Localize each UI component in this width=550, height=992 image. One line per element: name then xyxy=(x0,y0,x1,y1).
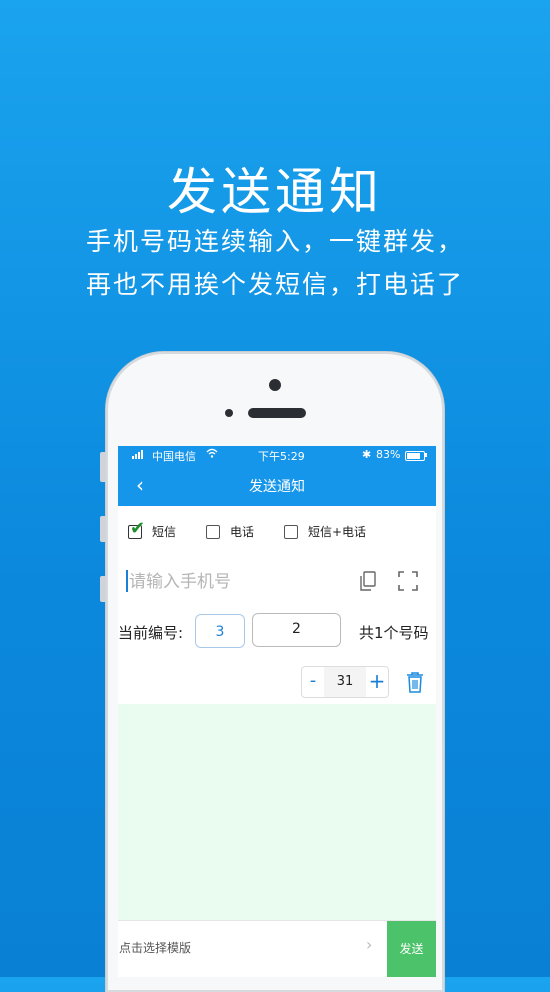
call-checkbox[interactable] xyxy=(206,524,220,539)
earpiece-speaker xyxy=(248,408,306,418)
hero-subtitle-line1: 手机号码连续输入，一键群发， xyxy=(85,227,464,256)
volume-down-button xyxy=(100,576,106,602)
sms-checkbox[interactable] xyxy=(128,518,145,539)
status-bar: 中国电信 下午5:29 ✱ 83% xyxy=(118,446,436,464)
option-sms-and-call-label: 短信+电话 xyxy=(308,525,367,539)
front-camera xyxy=(269,379,281,391)
nav-bar: ‹ 发送通知 xyxy=(118,464,436,506)
scan-icon[interactable] xyxy=(398,571,418,591)
stepper-plus-button[interactable]: + xyxy=(366,667,388,697)
hero-title: 发送通知 xyxy=(167,163,383,221)
carrier-label: 中国电信 xyxy=(152,450,196,463)
phone-number-input[interactable] xyxy=(127,568,351,596)
wifi-icon xyxy=(206,448,218,461)
send-mode-options: 短信 电话 短信+电话 xyxy=(118,506,436,559)
battery-percent: 83% xyxy=(376,448,401,461)
bluetooth-icon: ✱ xyxy=(362,448,372,461)
send-button[interactable]: 发送 xyxy=(387,921,436,977)
total-count: 共1个号码 xyxy=(359,624,429,642)
battery-icon xyxy=(405,451,425,461)
option-sms-label: 短信 xyxy=(152,525,177,539)
trash-icon[interactable] xyxy=(406,671,424,693)
option-sms[interactable]: 短信 xyxy=(128,518,177,540)
phone-input-row xyxy=(118,558,436,605)
mute-switch xyxy=(100,452,106,482)
proximity-sensor xyxy=(225,409,233,417)
battery-tip xyxy=(425,453,427,457)
quantity-stepper: - 31 + xyxy=(301,666,389,698)
stepper-value[interactable]: 31 xyxy=(324,667,366,697)
signal-icon xyxy=(132,449,143,459)
next-number-field[interactable]: 2 xyxy=(252,613,341,647)
stepper-row: - 31 + xyxy=(118,660,436,704)
option-call[interactable]: 电话 xyxy=(206,523,254,540)
stepper-minus-button[interactable]: - xyxy=(302,667,324,697)
option-call-label: 电话 xyxy=(230,525,255,539)
number-list-area xyxy=(118,704,436,920)
current-number-field[interactable]: 3 xyxy=(195,614,245,648)
volume-up-button xyxy=(100,516,106,542)
hero-subtitle-line2: 再也不用挨个发短信，打电话了 xyxy=(85,270,464,299)
bottom-bar: 点击选择模版 › 发送 xyxy=(118,920,436,977)
chevron-right-icon: › xyxy=(366,935,373,954)
sms-and-call-checkbox[interactable] xyxy=(284,524,298,539)
current-number-label: 当前编号: xyxy=(118,624,184,642)
paste-icon[interactable] xyxy=(360,571,376,591)
app-screen: 中国电信 下午5:29 ✱ 83% ‹ 发送通知 短信 电话 短信+电话 xyxy=(118,446,436,977)
numbering-row: 当前编号: 3 2 共1个号码 xyxy=(118,604,436,661)
page-title: 发送通知 xyxy=(249,479,305,495)
template-select[interactable]: 点击选择模版 xyxy=(119,939,191,956)
option-sms-and-call[interactable]: 短信+电话 xyxy=(284,523,366,540)
status-time: 下午5:29 xyxy=(258,450,305,463)
